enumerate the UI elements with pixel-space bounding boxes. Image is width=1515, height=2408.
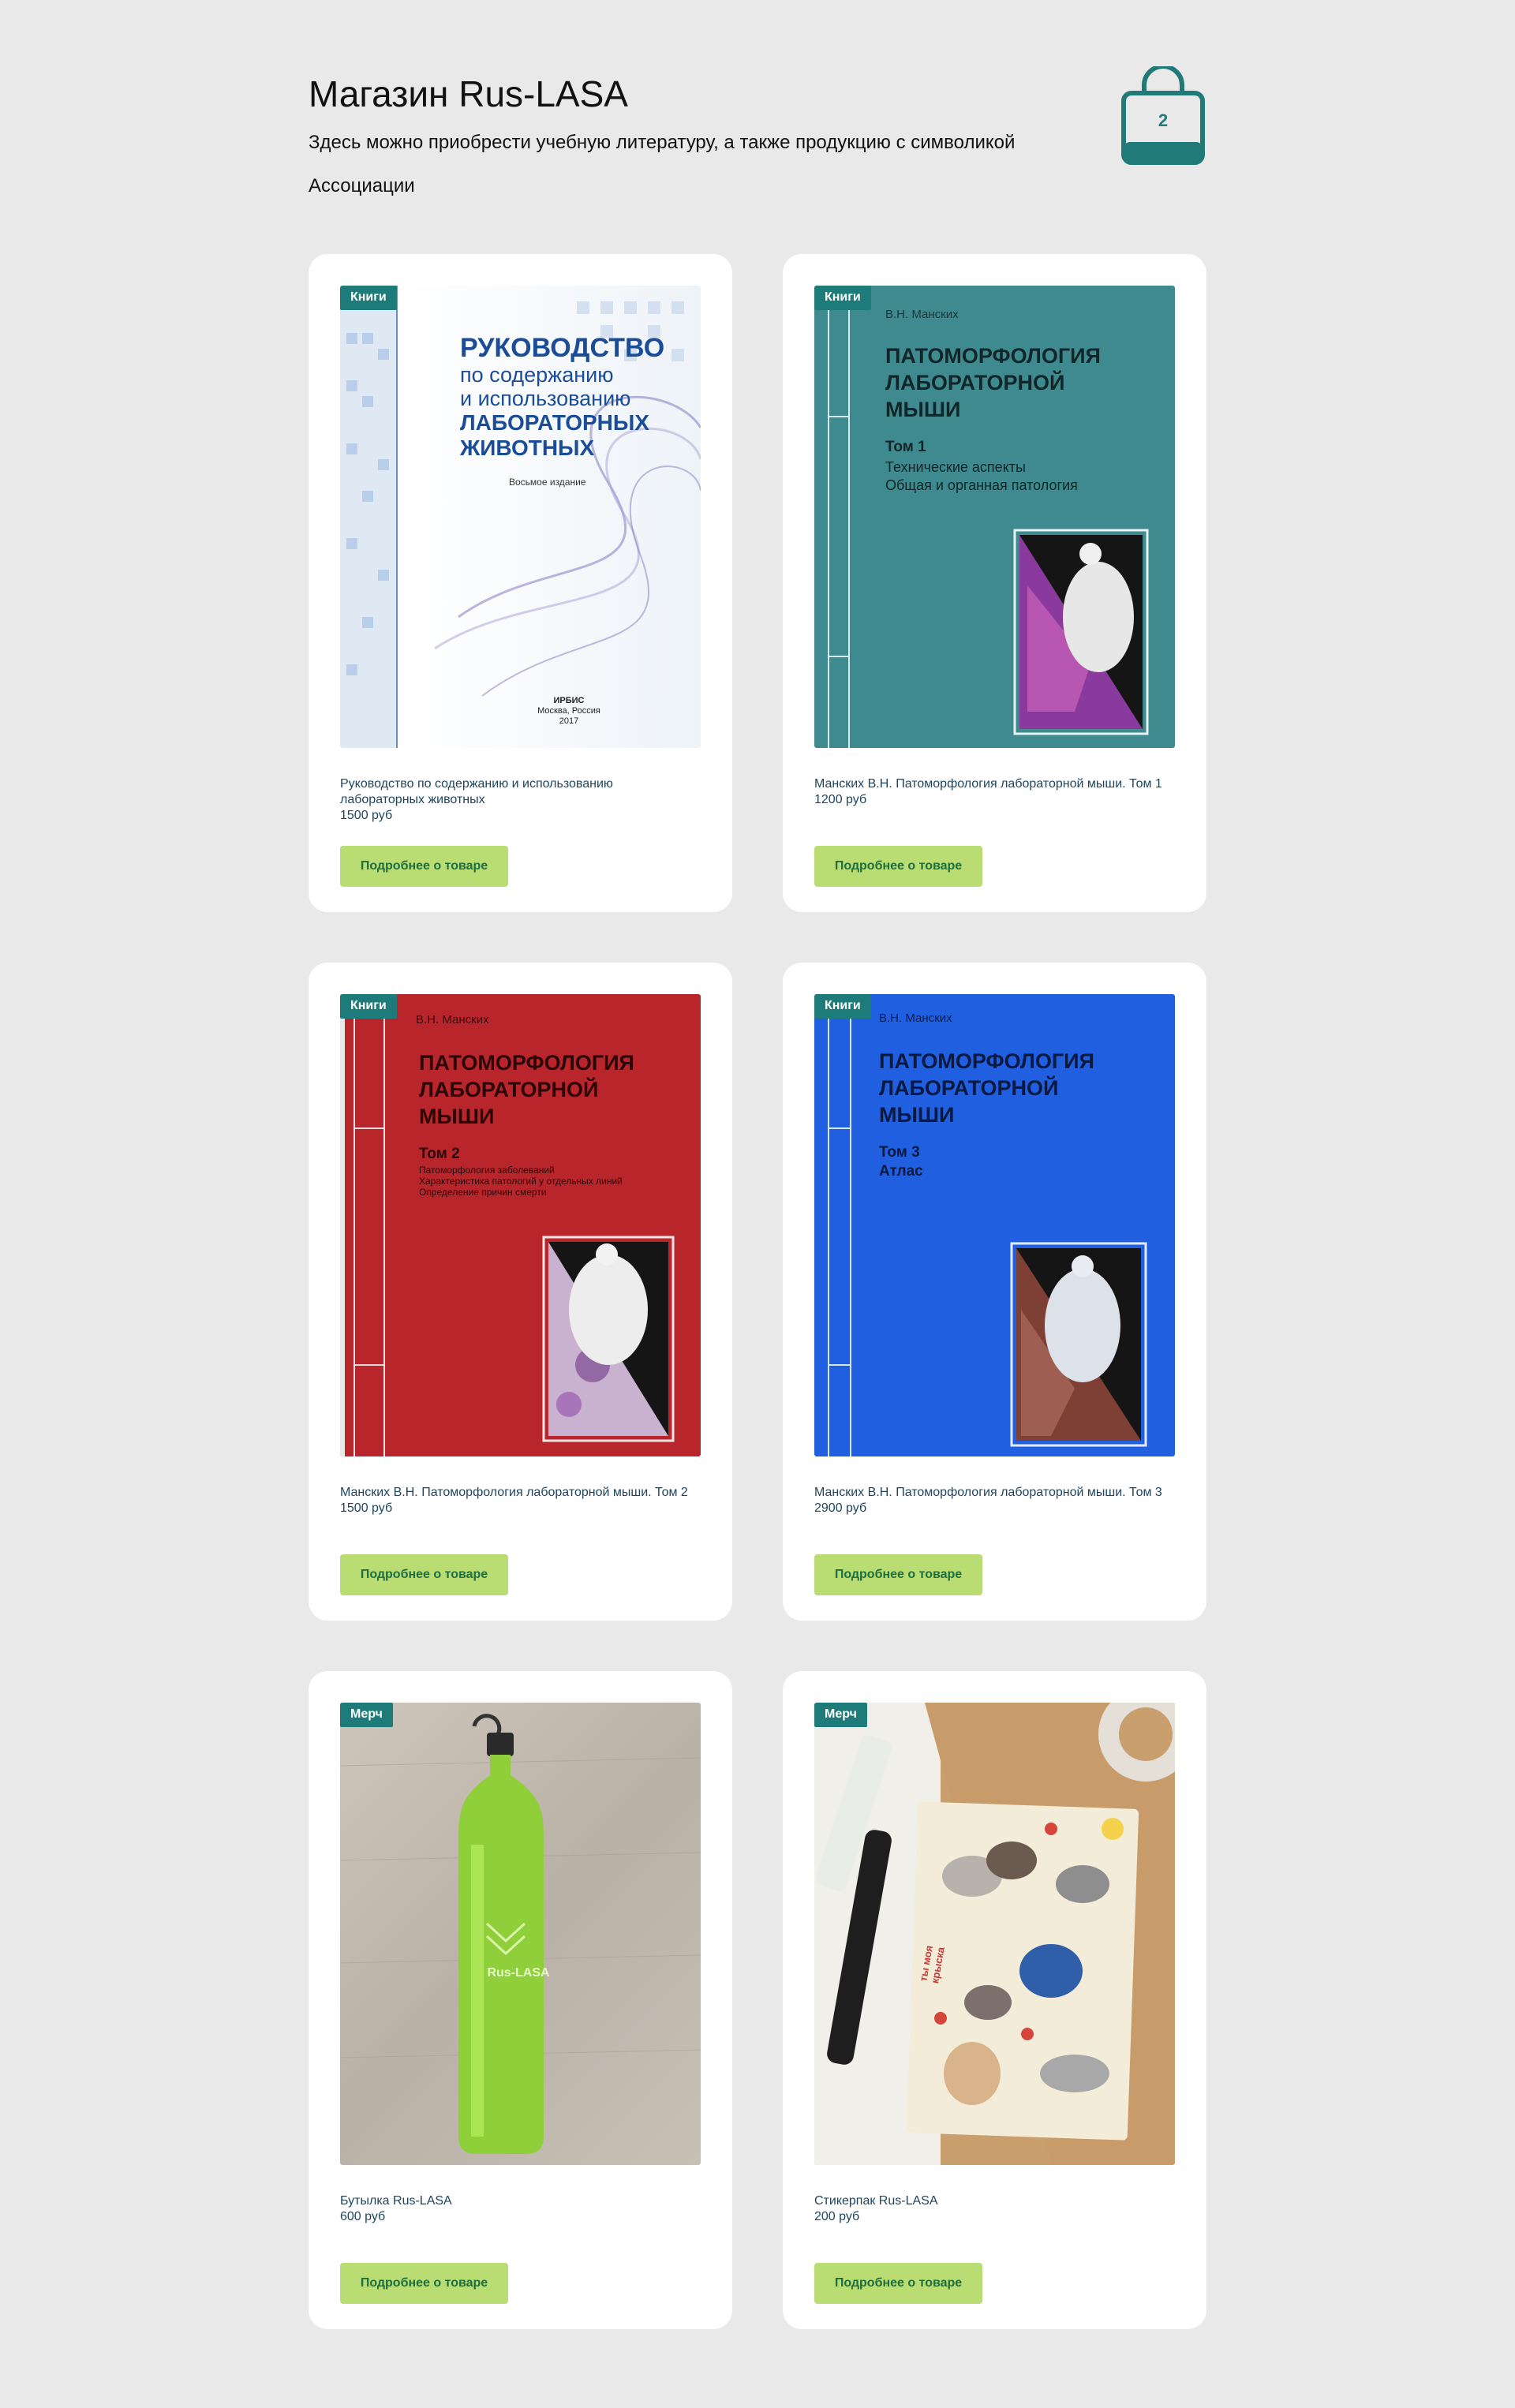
cover-publisher: ИРБИС xyxy=(553,696,585,705)
cover-line: РУКОВОДСТВО xyxy=(460,333,665,363)
product-price: 2900 руб xyxy=(814,1501,867,1515)
product-name: Манских В.Н. Патоморфология лабораторной… xyxy=(814,1486,1162,1499)
product-image[interactable]: Rus-LASA Мерч xyxy=(340,1703,701,2165)
product-image[interactable]: В.Н. Манских ПАТОМОРФОЛОГИЯ ЛАБОРАТОРНОЙ… xyxy=(340,994,701,1456)
cover-title-line: ПАТОМОРФОЛОГИЯ xyxy=(885,344,1101,368)
product-card: ты моя крыска Мерч Стикерпак Rus-LASA 20… xyxy=(783,1671,1206,2329)
cover-title-line: МЫШИ xyxy=(419,1105,495,1128)
category-badge: Книги xyxy=(340,994,397,1019)
cover-title-line: ЛАБОРАТОРНОЙ xyxy=(879,1076,1059,1100)
cover-title-line: ПАТОМОРФОЛОГИЯ xyxy=(879,1049,1094,1073)
details-button[interactable]: Подробнее о товаре xyxy=(340,846,508,887)
product-price: 1500 руб xyxy=(340,809,393,822)
product-info: Манских В.Н. Патоморфология лабораторной… xyxy=(814,776,1175,808)
product-name: Бутылка Rus-LASA xyxy=(340,2194,452,2208)
cover-line: и использованию xyxy=(460,387,631,410)
bottle-logo: Rus-LASA xyxy=(487,1966,550,1980)
product-price: 1500 руб xyxy=(340,1501,393,1515)
page-subtitle: Здесь можно приобрести учебную литератур… xyxy=(309,132,1016,197)
cover-subline: Атлас xyxy=(879,1163,923,1180)
product-name: Стикерпак Rus-LASA xyxy=(814,2194,938,2208)
cover-title-line: ЛАБОРАТОРНОЙ xyxy=(885,371,1065,394)
cover-edition: Восьмое издание xyxy=(509,477,586,488)
product-price: 600 руб xyxy=(340,2210,386,2223)
product-card: В.Н. Манских ПАТОМОРФОЛОГИЯ ЛАБОРАТОРНОЙ… xyxy=(783,963,1206,1621)
cover-volume: Том 3 xyxy=(879,1144,920,1161)
product-image[interactable]: В.Н. Манских ПАТОМОРФОЛОГИЯ ЛАБОРАТОРНОЙ… xyxy=(814,994,1175,1456)
details-button[interactable]: Подробнее о товаре xyxy=(340,2263,508,2304)
product-card: В.Н. Манских ПАТОМОРФОЛОГИЯ ЛАБОРАТОРНОЙ… xyxy=(309,963,732,1621)
cover-author: В.Н. Манских xyxy=(879,1011,952,1025)
cover-line: ЛАБОРАТОРНЫХ xyxy=(460,410,649,435)
product-info: Стикерпак Rus-LASA 200 руб xyxy=(814,2193,1175,2225)
product-price: 200 руб xyxy=(814,2210,860,2223)
product-name: Манских В.Н. Патоморфология лабораторной… xyxy=(340,1486,688,1499)
details-button[interactable]: Подробнее о товаре xyxy=(814,846,982,887)
product-price: 1200 руб xyxy=(814,793,867,806)
cover-author: В.Н. Манских xyxy=(416,1013,489,1026)
cover-subline: Характеристика патологий у отдельных лин… xyxy=(419,1176,623,1187)
cover-subline: Общая и органная патология xyxy=(885,477,1078,493)
cover-title-line: ЛАБОРАТОРНОЙ xyxy=(419,1078,599,1101)
category-badge: Книги xyxy=(814,994,871,1019)
cover-volume: Том 1 xyxy=(885,439,926,455)
cart-count: 2 xyxy=(1158,110,1169,130)
cover-subline: Патоморфология заболеваний xyxy=(419,1165,555,1176)
cover-title-line: МЫШИ xyxy=(885,398,961,421)
cover-year: 2017 xyxy=(559,716,579,726)
page-header: Магазин Rus-LASA Здесь можно приобрести … xyxy=(309,66,1206,207)
product-card: РУКОВОДСТВО по содержанию и использовани… xyxy=(309,254,732,912)
cover-line: ЖИВОТНЫХ xyxy=(460,436,595,460)
product-info: Бутылка Rus-LASA 600 руб xyxy=(340,2193,701,2225)
product-info: Руководство по содержанию и использовани… xyxy=(340,776,701,824)
product-image[interactable]: РУКОВОДСТВО по содержанию и использовани… xyxy=(340,286,701,748)
page-title: Магазин Rus-LASA xyxy=(309,73,628,114)
product-info: Манских В.Н. Патоморфология лабораторной… xyxy=(340,1485,701,1516)
cover-title-line: ПАТОМОРФОЛОГИЯ xyxy=(419,1051,634,1075)
cover-volume: Том 2 xyxy=(419,1146,460,1162)
cover-subline: Технические аспекты xyxy=(885,459,1026,475)
product-image[interactable]: ты моя крыска Мерч xyxy=(814,1703,1175,2165)
category-badge: Мерч xyxy=(340,1703,393,1727)
product-card: Rus-LASA Мерч Бутылка Rus-LASA 600 руб П… xyxy=(309,1671,732,2329)
category-badge: Книги xyxy=(814,286,871,310)
cover-title-line: МЫШИ xyxy=(879,1103,955,1127)
category-badge: Мерч xyxy=(814,1703,867,1727)
cart-button[interactable]: 2 xyxy=(1120,66,1206,166)
cover-author: В.Н. Манских xyxy=(885,308,959,321)
details-button[interactable]: Подробнее о товаре xyxy=(814,1554,982,1595)
details-button[interactable]: Подробнее о товаре xyxy=(814,2263,982,2304)
details-button[interactable]: Подробнее о товаре xyxy=(340,1554,508,1595)
product-info: Манских В.Н. Патоморфология лабораторной… xyxy=(814,1485,1175,1516)
product-name: Руководство по содержанию и использовани… xyxy=(340,777,613,806)
cover-line: по содержанию xyxy=(460,363,614,387)
product-name: Манских В.Н. Патоморфология лабораторной… xyxy=(814,777,1162,791)
cover-subline: Определение причин смерти xyxy=(419,1187,547,1198)
cover-city: Москва, Россия xyxy=(537,706,600,716)
product-card: В.Н. Манских ПАТОМОРФОЛОГИЯ ЛАБОРАТОРНОЙ… xyxy=(783,254,1206,912)
product-image[interactable]: В.Н. Манских ПАТОМОРФОЛОГИЯ ЛАБОРАТОРНОЙ… xyxy=(814,286,1175,748)
category-badge: Книги xyxy=(340,286,397,310)
